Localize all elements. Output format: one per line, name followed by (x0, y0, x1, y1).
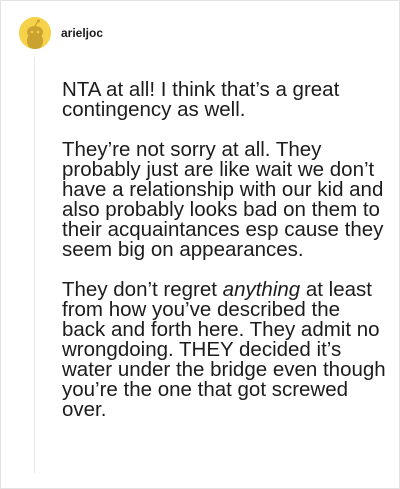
comment-body: NTA at all! I think that’s a great conti… (62, 78, 387, 440)
comment-paragraph: They’re not sorry at all. They probably … (62, 138, 387, 261)
comment-card: arieljoc NTA at all! I think that’s a gr… (0, 0, 400, 489)
thread-line[interactable] (34, 57, 35, 473)
paragraph-text: NTA at all! I think that’s a great conti… (62, 78, 340, 121)
paragraph-text: at least from how you’ve described the b… (62, 278, 386, 421)
comment-paragraph: NTA at all! I think that’s a great conti… (62, 78, 387, 121)
comment-paragraph: They don’t regret anything at least from… (62, 278, 387, 421)
username[interactable]: arieljoc (61, 26, 103, 40)
snoo-avatar-icon[interactable] (19, 17, 51, 49)
paragraph-text: They’re not sorry at all. They probably … (62, 138, 384, 261)
comment-header: arieljoc (19, 17, 103, 49)
